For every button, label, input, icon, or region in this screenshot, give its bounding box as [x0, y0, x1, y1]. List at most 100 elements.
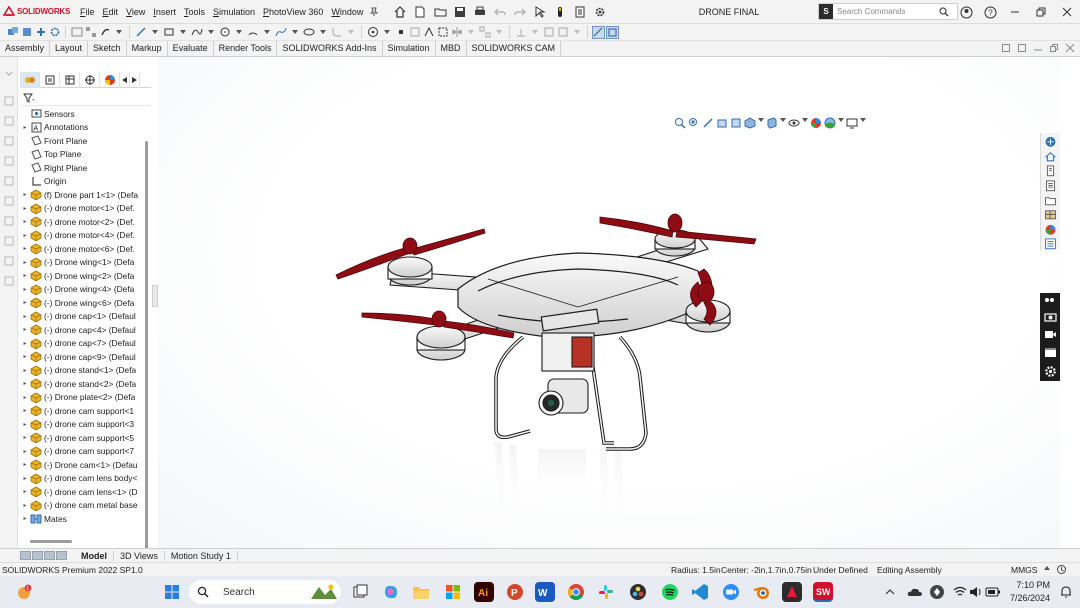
tab-simulation[interactable]: Simulation	[383, 41, 436, 56]
fillet-icon[interactable]	[330, 26, 343, 39]
part-breadcrumb-icon[interactable]	[3, 175, 15, 187]
onedrive-cloud-icon[interactable]	[905, 582, 925, 602]
tree-node[interactable]: Sensors	[20, 107, 144, 121]
help-icon[interactable]: ?	[978, 0, 1002, 24]
dropdown-arrow-icon[interactable]	[802, 117, 808, 123]
tab-scroll-right-icon[interactable]	[130, 71, 140, 88]
close-icon[interactable]	[1054, 0, 1080, 24]
zoom-to-area-icon[interactable]	[688, 117, 700, 129]
move-component-icon[interactable]	[98, 26, 111, 39]
point-icon[interactable]	[394, 26, 407, 39]
component-preview-icon[interactable]	[70, 26, 83, 39]
rectangle-icon[interactable]	[162, 26, 175, 39]
expand-arrow-icon[interactable]: ▸	[20, 232, 30, 239]
tree-filter[interactable]	[20, 90, 151, 106]
menu-simulation[interactable]: Simulation	[209, 7, 259, 17]
autocad-icon[interactable]	[782, 582, 802, 602]
trim-icon[interactable]	[422, 26, 435, 39]
construction-icon[interactable]	[408, 26, 421, 39]
file-explorer-icon[interactable]	[411, 582, 431, 602]
solidworks-resources-icon[interactable]	[1044, 136, 1057, 148]
expand-arrow-icon[interactable]: ▸	[20, 191, 30, 198]
tab-scroll-left-icon[interactable]	[120, 71, 130, 88]
tab-render-tools[interactable]: Render Tools	[214, 41, 278, 56]
insert-components-icon[interactable]	[20, 26, 33, 39]
expand-arrow-icon[interactable]: ▸	[20, 272, 30, 279]
dropdown-arrow-icon[interactable]	[838, 117, 844, 123]
dropdown-arrow-icon[interactable]	[176, 26, 189, 39]
rebuild-icon[interactable]	[551, 3, 569, 21]
dropdown-arrow-icon[interactable]	[464, 26, 477, 39]
dropdown-arrow-icon[interactable]	[780, 117, 786, 123]
part-breadcrumb-icon[interactable]	[3, 135, 15, 147]
file-properties-icon[interactable]	[571, 3, 589, 21]
display-relations-icon[interactable]	[514, 26, 527, 39]
solidworks-taskbar-icon[interactable]: SW	[813, 582, 833, 602]
dropdown-arrow-icon[interactable]	[148, 26, 161, 39]
part-breadcrumb-icon[interactable]	[3, 115, 15, 127]
tab-3d-views[interactable]: 3D Views	[114, 550, 165, 561]
solidworks-logo[interactable]: SOLIDWORKS	[0, 5, 76, 18]
custom-properties-icon[interactable]	[1044, 238, 1057, 250]
line-icon[interactable]	[134, 26, 147, 39]
drone-model[interactable]	[158, 57, 1060, 548]
tab-motion-study[interactable]: Motion Study 1	[165, 550, 238, 561]
offset-icon[interactable]	[436, 26, 449, 39]
expand-arrow-icon[interactable]: ▸	[20, 124, 30, 131]
spline-curve-icon[interactable]	[274, 26, 287, 39]
file-explorer-icon[interactable]	[1044, 165, 1057, 177]
tree-node[interactable]: Right Plane	[20, 161, 144, 175]
part-breadcrumb-icon[interactable]	[3, 255, 15, 267]
expand-arrow-icon[interactable]: ▸	[20, 218, 30, 225]
home-icon[interactable]	[391, 3, 409, 21]
select-arrow-icon[interactable]	[531, 3, 549, 21]
camera-icon[interactable]	[1043, 311, 1057, 322]
doc-close-icon[interactable]	[1066, 44, 1074, 52]
repair-sketch-icon[interactable]	[542, 26, 555, 39]
filter-icon[interactable]	[23, 93, 35, 103]
tree-node[interactable]: ▸ (-) drone cap<9> (Defaul	[20, 350, 144, 364]
spotify-icon[interactable]	[660, 582, 680, 602]
copilot-icon[interactable]	[381, 582, 401, 602]
expand-arrow-icon[interactable]: ▸	[20, 502, 30, 509]
edit-appearance-icon[interactable]	[810, 117, 822, 129]
expand-arrow-icon[interactable]: ▸	[20, 205, 30, 212]
tree-node[interactable]: ▸ (-) drone cam support<3	[20, 418, 144, 432]
tab-markup[interactable]: Markup	[127, 41, 168, 56]
tree-node[interactable]: ▸ Mates	[20, 512, 144, 526]
dropdown-arrow-icon[interactable]	[492, 26, 505, 39]
redo-icon[interactable]	[511, 3, 529, 21]
dropdown-arrow-icon[interactable]	[570, 26, 583, 39]
restore-icon[interactable]	[1028, 0, 1054, 24]
tab-assembly[interactable]: Assembly	[0, 41, 51, 56]
ellipse-icon[interactable]	[302, 26, 315, 39]
menu-insert[interactable]: Insert	[149, 7, 180, 17]
units-dropdown-icon[interactable]	[1044, 566, 1050, 572]
illustrator-icon[interactable]: Ai	[474, 582, 494, 602]
dropdown-arrow-icon[interactable]	[860, 117, 866, 123]
doc-restore-icon[interactable]	[1050, 44, 1058, 52]
tray-overflow-chevron-icon[interactable]	[880, 582, 900, 602]
powerpoint-icon[interactable]: P	[505, 582, 525, 602]
appearances-icon[interactable]	[1044, 224, 1057, 236]
tree-node[interactable]: ▸ (-) drone stand<1> (Defa	[20, 364, 144, 378]
tile-icon[interactable]	[1018, 44, 1026, 52]
open-folder-icon[interactable]	[431, 3, 449, 21]
slack-icon[interactable]	[596, 582, 616, 602]
collapse-chevron-icon[interactable]	[3, 69, 15, 81]
tree-node[interactable]: ▸ (-) drone cam support<5	[20, 431, 144, 445]
weather-widget-icon[interactable]: 1	[14, 582, 34, 602]
view-orientation-icon[interactable]	[744, 117, 756, 129]
expand-arrow-icon[interactable]: ▸	[20, 407, 30, 414]
part-breadcrumb-icon[interactable]	[3, 275, 15, 287]
expand-arrow-icon[interactable]: ▸	[20, 353, 30, 360]
tab-solidworks-add-ins[interactable]: SOLIDWORKS Add-Ins	[277, 41, 383, 56]
vscode-icon[interactable]	[690, 582, 710, 602]
expand-arrow-icon[interactable]: ▸	[20, 394, 30, 401]
video-record-icon[interactable]	[1044, 329, 1057, 340]
expand-arrow-icon[interactable]: ▸	[20, 380, 30, 387]
tree-node[interactable]: ▸ (f) Drone part 1<1> (Defa	[20, 188, 144, 202]
search-input[interactable]: Search Commands	[833, 7, 939, 16]
dropdown-arrow-icon[interactable]	[232, 26, 245, 39]
settings-gear-icon[interactable]	[1044, 365, 1057, 378]
